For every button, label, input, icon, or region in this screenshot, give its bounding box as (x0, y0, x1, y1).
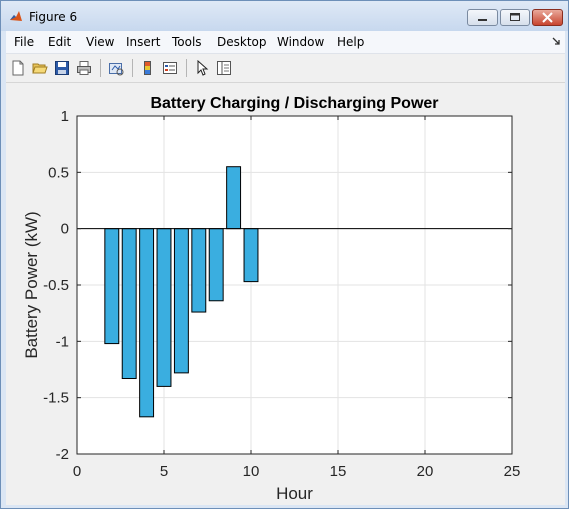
bar (156, 228, 172, 387)
close-button[interactable] (532, 9, 563, 26)
menu-edit[interactable]: Edit (48, 35, 71, 49)
y-tick-label: -2 (56, 446, 69, 463)
bar (104, 228, 120, 345)
bar-chart: 0 5 10 15 20 25 1 0.5 0 -0.5 -1 -1.5 -2 Battery Charg… (22, 95, 521, 503)
bar (243, 228, 259, 283)
x-tick-label: 5 (160, 463, 168, 480)
menu-bar: File Edit View Insert Tools Desktop Wind… (6, 31, 565, 54)
figure-toolbar (6, 54, 565, 83)
close-icon (542, 12, 553, 23)
maximize-button[interactable] (500, 9, 530, 26)
y-axis-label: Battery Power (kW) (22, 211, 41, 358)
bar (226, 166, 242, 230)
toolbar-separator (132, 59, 133, 77)
toolbar-separator (186, 59, 187, 77)
menu-file[interactable]: File (14, 35, 34, 49)
x-tick-label: 15 (330, 463, 347, 480)
x-tick-label: 20 (417, 463, 434, 480)
link-plot-icon[interactable] (108, 60, 124, 76)
menu-desktop[interactable]: Desktop (217, 35, 267, 49)
dock-arrow-icon[interactable] (552, 37, 560, 45)
y-tick-label: -1 (56, 333, 69, 350)
minimize-button[interactable] (467, 9, 498, 26)
print-icon[interactable] (76, 60, 92, 76)
menu-window[interactable]: Window (277, 35, 324, 49)
title-bar[interactable]: Figure 6 (1, 1, 568, 31)
chart-title: Battery Charging / Discharging Power (150, 95, 438, 112)
bar (121, 228, 137, 380)
minimize-icon (478, 19, 487, 21)
y-tick-label: 0.5 (48, 164, 69, 181)
save-icon[interactable] (54, 60, 70, 76)
insert-colorbar-icon[interactable] (140, 60, 156, 76)
maximize-icon (510, 13, 520, 21)
bar (173, 228, 189, 374)
new-figure-icon[interactable] (10, 60, 26, 76)
open-file-icon[interactable] (32, 60, 48, 76)
y-tick-label: 0 (61, 221, 69, 238)
y-tick-label: -1.5 (43, 390, 69, 407)
bar (191, 228, 207, 313)
bar (139, 228, 155, 418)
menu-tools[interactable]: Tools (172, 35, 202, 49)
x-tick-label: 25 (504, 463, 521, 480)
insert-legend-icon[interactable] (162, 60, 178, 76)
matlab-icon (10, 11, 22, 21)
menu-help[interactable]: Help (337, 35, 364, 49)
window-title: Figure 6 (29, 10, 78, 24)
figure-canvas: 0 5 10 15 20 25 1 0.5 0 -0.5 -1 -1.5 -2 Battery Charg… (6, 83, 565, 505)
menu-view[interactable]: View (86, 35, 114, 49)
x-axis-label: Hour (276, 484, 313, 503)
figure-window: Figure 6 File Edit View Insert Tools Des… (0, 0, 569, 509)
pointer-icon[interactable] (194, 60, 210, 76)
menu-insert[interactable]: Insert (126, 35, 160, 49)
y-tick-label: -0.5 (43, 277, 69, 294)
property-editor-icon[interactable] (216, 60, 232, 76)
x-tick-label: 0 (73, 463, 81, 480)
bar (208, 228, 224, 302)
x-tick-label: 10 (243, 463, 260, 480)
toolbar-separator (100, 59, 101, 77)
y-tick-label: 1 (61, 108, 69, 125)
